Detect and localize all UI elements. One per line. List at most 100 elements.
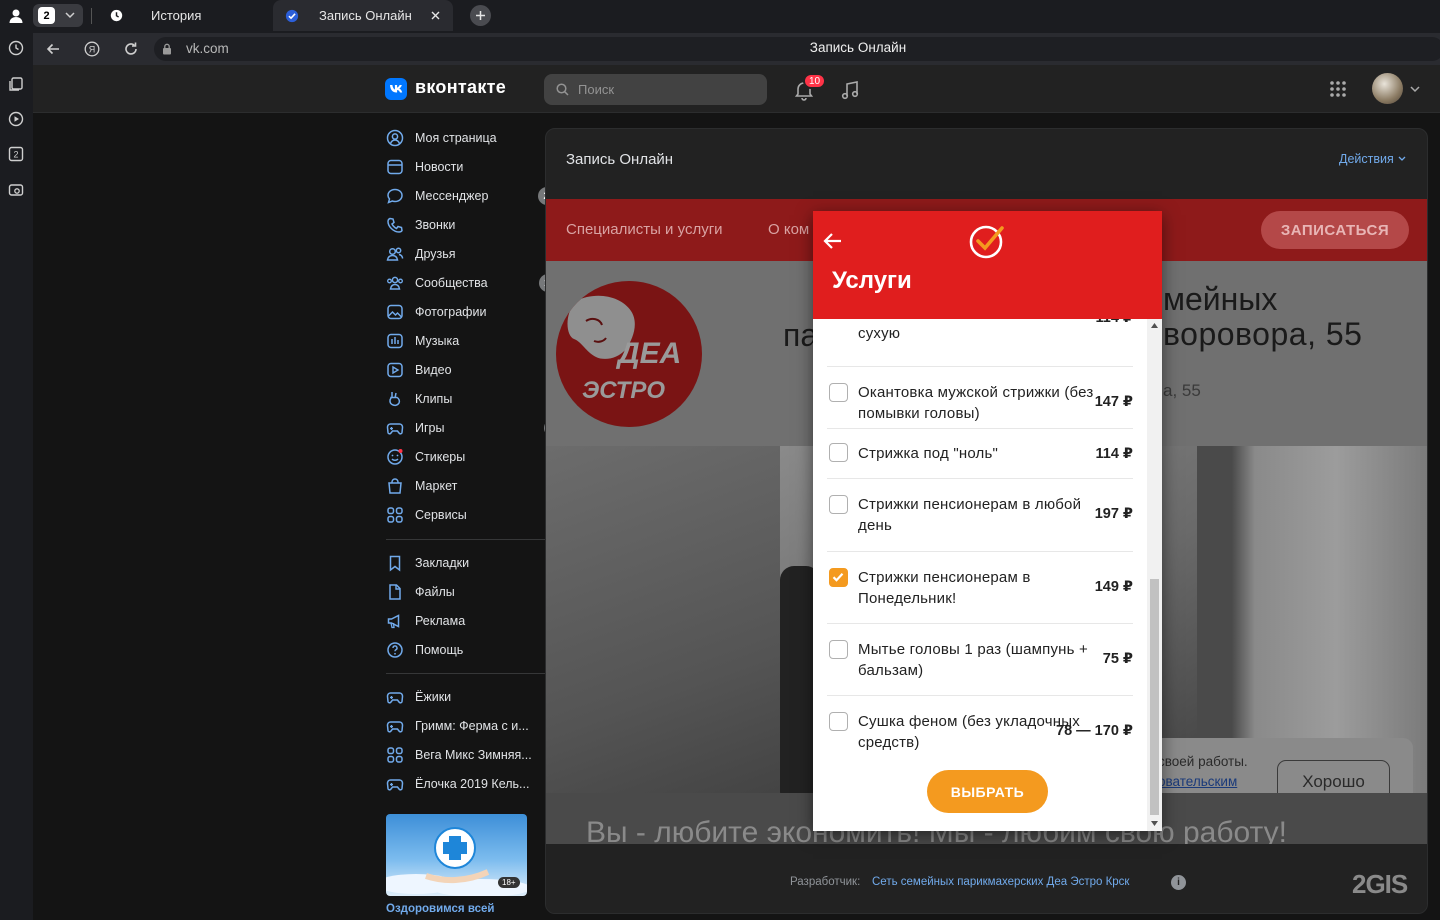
sidebar-item[interactable]: Звонки	[386, 213, 566, 237]
checkmark-icon	[832, 572, 844, 582]
sidebar-item-label: Видео	[415, 363, 452, 377]
sidebar-item[interactable]: Фотографии	[386, 300, 566, 324]
sidebar-item[interactable]: Стикеры	[386, 445, 566, 469]
vk-logo-text[interactable]: вконтакте	[415, 77, 506, 98]
sidebar-item[interactable]: Ёжики	[386, 685, 566, 709]
service-name: Стрижки пенсионерам в Понедельник!	[858, 569, 1031, 607]
service-item[interactable]: Окантовка мужской стрижки (без помывки г…	[827, 367, 1133, 429]
service-item[interactable]: Стрижки пенсионерам в любой день 197 ₽	[827, 479, 1133, 552]
service-item[interactable]: Мытье головы 1 раз (шампунь + бальзам) 75…	[827, 624, 1133, 696]
sidebar-item-label: Музыка	[415, 334, 460, 348]
checkbox[interactable]	[829, 712, 848, 731]
sidebar-item-label: Фотографии	[415, 305, 487, 319]
tab-history[interactable]: История	[99, 0, 269, 31]
sidebar-item-label: Клипы	[415, 392, 453, 406]
tab-label: Запись Онлайн	[319, 8, 412, 23]
chevron-down-icon[interactable]	[1410, 86, 1420, 93]
tab-specialists[interactable]: Специалисты и услуги	[566, 221, 723, 238]
sidebar-item[interactable]: Новости	[386, 155, 566, 179]
service-name: Стрижки пенсионерам в любой день	[858, 496, 1082, 534]
checkbox-checked[interactable]	[829, 568, 848, 587]
sidebar-item[interactable]: Клипы	[386, 387, 566, 411]
services-list: сухую 114 ₽ Окантовка мужской стрижки (б…	[813, 319, 1162, 831]
tab-zapis-online[interactable]: Запись Онлайн	[273, 0, 453, 31]
new-tab-button[interactable]	[470, 5, 491, 26]
scroll-down-icon[interactable]	[1151, 821, 1158, 826]
brand-logo: 2GIS	[1352, 869, 1408, 899]
service-name: сухую	[858, 325, 901, 342]
service-price: 149 ₽	[1094, 579, 1133, 595]
gamepad-icon	[386, 775, 404, 793]
play-icon[interactable]	[4, 107, 28, 131]
check-circle-icon	[285, 9, 299, 22]
sidebar-item[interactable]: Музыка	[386, 329, 566, 353]
service-item[interactable]: Стрижка под "ноль" 114 ₽	[827, 429, 1133, 479]
services-icon	[386, 506, 404, 524]
browser-sidebar: 2	[0, 0, 33, 920]
sidebar-item[interactable]: Вега Микс Зимняя...	[386, 743, 566, 767]
ad-banner[interactable]: 18+	[386, 814, 527, 896]
scrollbar-thumb[interactable]	[1150, 579, 1159, 815]
tabs-count-icon[interactable]: 2	[4, 142, 28, 166]
checkbox[interactable]	[829, 383, 848, 402]
developer-link[interactable]: Сеть семейных парикмахерских Деа Эстро К…	[872, 876, 1129, 888]
sidebar-item[interactable]: Мессенджер274	[386, 184, 566, 208]
collections-icon[interactable]	[4, 72, 28, 96]
tabs-group-button[interactable]: 2	[33, 4, 83, 27]
checkbox[interactable]	[829, 443, 848, 462]
back-arrow-icon[interactable]	[823, 232, 843, 250]
sidebar-item-label: Моя страница	[415, 131, 497, 145]
info-icon[interactable]: i	[1171, 875, 1186, 890]
tab-about[interactable]: О ком	[768, 221, 809, 238]
checkbox[interactable]	[829, 640, 848, 659]
bookmark-icon	[386, 554, 404, 572]
ad-caption[interactable]: Оздоровимся всей	[386, 903, 494, 915]
sidebar-item[interactable]: Видео	[386, 358, 566, 382]
svg-text:2: 2	[13, 150, 18, 160]
service-item[interactable]: Сушка феном (без укладочных средств) 78 —…	[827, 696, 1133, 768]
news-icon	[386, 158, 404, 176]
search-input[interactable]: Поиск	[544, 74, 767, 105]
sidebar-item[interactable]: Сервисы	[386, 503, 566, 527]
sidebar-item[interactable]: Моя страница	[386, 126, 566, 150]
screenshot-icon[interactable]	[4, 178, 28, 202]
sidebar-item[interactable]: Ёлочка 2019 Кель...	[386, 772, 566, 796]
service-item[interactable]: сухую 114 ₽	[827, 319, 1133, 367]
actions-dropdown[interactable]: Действия	[1339, 152, 1406, 166]
sidebar-item[interactable]: Закладки	[386, 551, 566, 575]
scrollbar[interactable]	[1147, 319, 1162, 831]
vk-logo-icon[interactable]	[385, 78, 407, 100]
sidebar-item[interactable]: Сообщества116	[386, 271, 566, 295]
cookie-link[interactable]: овательским	[1158, 774, 1237, 789]
sidebar-item[interactable]: Помощь	[386, 638, 566, 662]
service-price: 78 — 170 ₽	[1056, 723, 1133, 739]
sidebar-item-label: Игры	[415, 421, 445, 435]
service-item[interactable]: Стрижки пенсионерам в Понедельник! 149 ₽	[827, 552, 1133, 624]
book-button[interactable]: ЗАПИСАТЬСЯ	[1261, 211, 1409, 249]
apps-icon	[386, 746, 404, 764]
music-note-icon[interactable]	[839, 79, 861, 101]
sidebar-item[interactable]: Игры30	[386, 416, 566, 440]
sidebar-item-label: Новости	[415, 160, 464, 174]
checkbox[interactable]	[829, 495, 848, 514]
browser-tab-bar: 2 История Запись Онлайн	[33, 0, 1440, 33]
vk-header: вконтакте Поиск 10	[33, 65, 1440, 113]
sidebar-item[interactable]: Реклама	[386, 609, 566, 633]
tab-count: 2	[38, 7, 55, 24]
sidebar-item-label: Реклама	[415, 614, 466, 628]
scroll-up-icon[interactable]	[1151, 323, 1158, 328]
close-tab-icon[interactable]	[431, 11, 440, 20]
avatar[interactable]	[1372, 73, 1403, 104]
sidebar-item[interactable]: Файлы	[386, 580, 566, 604]
history-icon[interactable]	[4, 36, 28, 60]
file-icon	[386, 583, 404, 601]
sidebar-item[interactable]: Маркет	[386, 474, 566, 498]
select-button[interactable]: ВЫБРАТЬ	[927, 770, 1048, 813]
apps-grid-icon[interactable]	[1329, 80, 1347, 98]
sidebar-item-label: Ёлочка 2019 Кель...	[415, 777, 530, 791]
service-price: 114 ₽	[1095, 319, 1133, 329]
sidebar-item[interactable]: Друзья7	[386, 242, 566, 266]
clock-icon	[110, 9, 123, 22]
sidebar-item[interactable]: Гримм: Ферма с и...	[386, 714, 566, 738]
profile-icon[interactable]	[4, 4, 28, 28]
